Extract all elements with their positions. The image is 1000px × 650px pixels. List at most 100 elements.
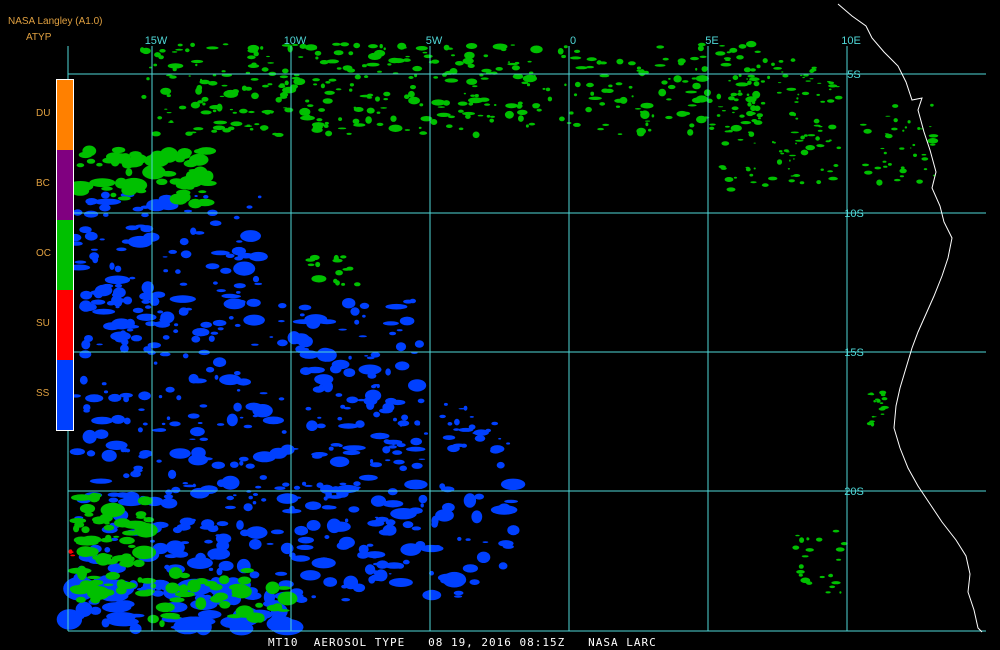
su-aerosol-patch xyxy=(70,554,76,557)
longitude-label: 10W xyxy=(284,35,307,47)
ss-aerosol-patch xyxy=(306,420,318,432)
oc-aerosol-patch xyxy=(740,121,752,125)
oc-aerosol-patch xyxy=(495,67,503,71)
ss-aerosol-patch xyxy=(74,260,87,264)
oc-aerosol-patch xyxy=(458,127,464,131)
oc-aerosol-patch xyxy=(636,66,642,70)
oc-aerosol-patch xyxy=(825,591,831,594)
oc-aerosol-patch xyxy=(869,420,875,423)
ss-aerosol-patch xyxy=(507,525,520,536)
oc-aerosol-patch xyxy=(511,65,520,71)
oc-aerosol-patch xyxy=(862,163,869,167)
ss-aerosol-patch xyxy=(291,496,302,500)
ss-aerosol-patch xyxy=(246,205,253,209)
oc-aerosol-patch xyxy=(379,44,383,49)
oc-aerosol-patch xyxy=(151,131,161,137)
oc-aerosol-patch xyxy=(907,120,911,124)
oc-aerosol-patch xyxy=(279,75,289,79)
lat-lon-grid xyxy=(67,46,986,632)
ss-aerosol-patch xyxy=(230,461,239,468)
oc-aerosol-patch xyxy=(640,110,650,119)
oc-aerosol-patch xyxy=(416,100,420,102)
ss-aerosol-patch xyxy=(396,329,403,332)
oc-aerosol-patch xyxy=(349,88,353,92)
oc-aerosol-patch xyxy=(828,88,832,91)
oc-aerosol-patch xyxy=(221,84,228,87)
oc-aerosol-patch xyxy=(909,147,912,149)
ss-aerosol-patch xyxy=(454,595,463,598)
oc-aerosol-patch xyxy=(725,125,730,128)
oc-aerosol-patch xyxy=(115,177,128,189)
ss-aerosol-patch xyxy=(166,416,171,421)
oc-aerosol-patch xyxy=(122,530,139,536)
ss-aerosol-patch xyxy=(207,548,231,560)
oc-aerosol-patch xyxy=(352,118,360,125)
ss-aerosol-patch xyxy=(338,536,355,549)
oc-aerosol-patch xyxy=(811,66,817,69)
oc-aerosol-patch xyxy=(665,115,673,120)
ss-aerosol-patch xyxy=(108,497,119,503)
oc-aerosol-patch xyxy=(805,548,814,552)
oc-aerosol-patch xyxy=(747,131,753,134)
oc-aerosol-patch xyxy=(827,99,835,103)
oc-aerosol-patch xyxy=(732,75,739,81)
oc-aerosol-patch xyxy=(753,167,756,170)
oc-aerosol-patch xyxy=(517,109,528,115)
oc-aerosol-patch xyxy=(542,87,546,90)
oc-aerosol-patch xyxy=(510,44,515,46)
oc-aerosol-patch xyxy=(316,124,320,127)
oc-aerosol-patch xyxy=(666,98,672,101)
ss-aerosol-patch xyxy=(338,423,359,429)
ss-aerosol-patch xyxy=(169,295,196,303)
oc-aerosol-patch xyxy=(697,45,704,52)
ss-aerosol-patch xyxy=(416,423,420,426)
ss-aerosol-patch xyxy=(296,544,314,551)
oc-aerosol-patch xyxy=(527,60,532,63)
ss-aerosol-patch xyxy=(114,265,122,273)
ss-aerosol-patch xyxy=(224,505,236,510)
ss-aerosol-patch xyxy=(96,343,103,346)
oc-aerosol-patch xyxy=(89,590,99,598)
ss-aerosol-patch xyxy=(342,298,356,309)
ss-aerosol-patch xyxy=(469,416,474,418)
latitude-label: 5S xyxy=(847,69,860,81)
oc-aerosol-patch xyxy=(172,67,177,72)
ss-aerosol-patch xyxy=(435,509,454,522)
longitude-label: 15W xyxy=(145,35,168,47)
oc-aerosol-patch xyxy=(761,183,769,187)
oc-aerosol-patch xyxy=(335,270,343,276)
ss-aerosol-patch xyxy=(184,617,213,626)
ss-aerosol-patch xyxy=(82,429,97,444)
oc-aerosol-patch xyxy=(146,77,150,81)
ss-aerosol-patch xyxy=(341,598,351,602)
oc-aerosol-patch xyxy=(887,163,892,166)
ss-aerosol-patch xyxy=(172,526,183,534)
oc-aerosol-patch xyxy=(685,90,697,94)
ss-aerosol-patch xyxy=(293,485,301,490)
ss-aerosol-patch xyxy=(397,420,410,427)
ss-aerosol-patch xyxy=(219,374,242,386)
oc-aerosol-patch xyxy=(725,59,731,61)
oc-aerosol-patch xyxy=(780,152,785,155)
oc-aerosol-patch xyxy=(569,56,582,60)
oc-aerosol-patch xyxy=(192,169,202,173)
oc-aerosol-patch xyxy=(465,43,478,49)
oc-aerosol-patch xyxy=(137,496,153,506)
ss-aerosol-patch xyxy=(99,204,111,212)
oc-aerosol-patch xyxy=(193,148,211,155)
oc-aerosol-patch xyxy=(458,109,464,113)
ss-aerosol-patch xyxy=(120,330,126,336)
oc-aerosol-patch xyxy=(383,98,389,101)
oc-aerosol-patch xyxy=(586,57,597,62)
ss-aerosol-patch xyxy=(79,375,88,385)
oc-aerosol-patch xyxy=(597,127,604,131)
oc-aerosol-patch xyxy=(604,88,614,93)
ss-aerosol-patch xyxy=(233,402,242,412)
oc-aerosol-patch xyxy=(778,60,784,63)
oc-aerosol-patch xyxy=(141,94,147,99)
ss-aerosol-patch xyxy=(162,256,168,258)
oc-aerosol-patch xyxy=(631,95,634,98)
oc-aerosol-patch xyxy=(117,581,137,590)
ss-aerosol-patch xyxy=(418,458,426,460)
ss-aerosol-patch xyxy=(141,213,149,218)
